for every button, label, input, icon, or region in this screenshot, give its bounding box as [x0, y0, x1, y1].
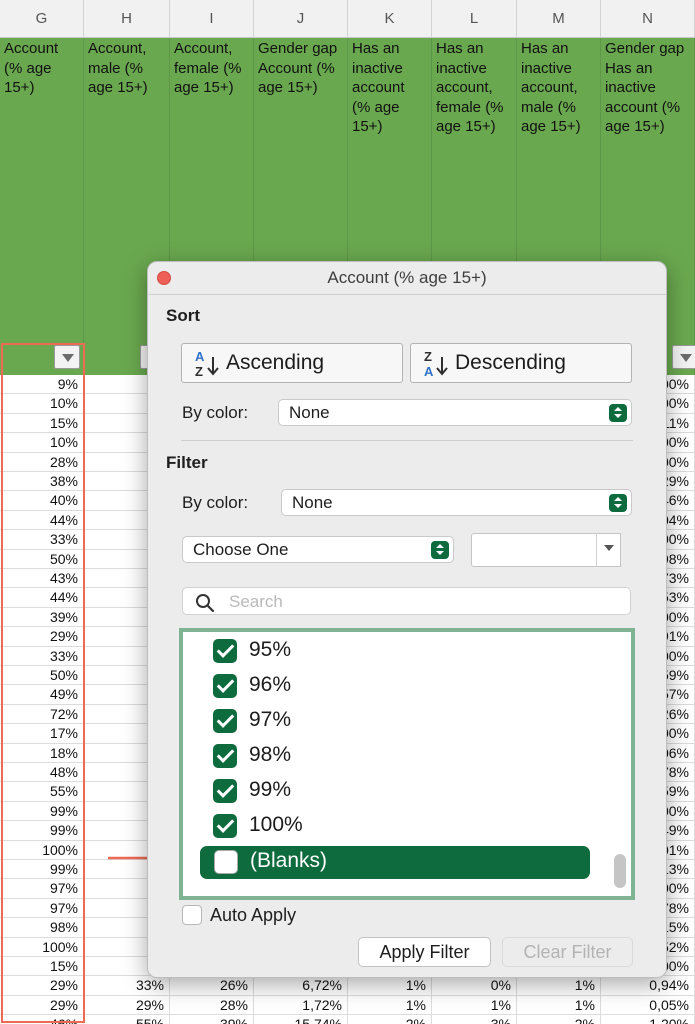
chevron-down-icon[interactable] — [596, 533, 621, 567]
cell-j[interactable]: 15,74% — [254, 1015, 348, 1024]
filter-item-label: 97% — [249, 708, 292, 731]
checkbox-icon[interactable] — [213, 744, 237, 768]
sort-by-color-select[interactable]: None — [278, 399, 632, 426]
sort-by-color-value: None — [289, 403, 330, 422]
auto-apply-label: Auto Apply — [210, 905, 297, 925]
checkbox-icon[interactable] — [213, 674, 237, 698]
cell-j[interactable]: 1,72% — [254, 995, 348, 1016]
cell-k[interactable]: 2% — [348, 1015, 432, 1024]
close-button[interactable] — [157, 271, 171, 285]
column-header-n[interactable]: N — [601, 0, 695, 38]
cell-m[interactable]: 1% — [517, 995, 601, 1016]
column-header-g[interactable]: G — [0, 0, 84, 38]
svg-text:A: A — [424, 364, 434, 378]
cell-l[interactable]: 3% — [432, 1015, 517, 1024]
column-g-highlight — [1, 343, 85, 1023]
svg-text:A: A — [195, 349, 205, 364]
apply-filter-button[interactable]: Apply Filter — [358, 937, 491, 967]
header-cell-g[interactable]: Account (% age 15+) — [0, 38, 84, 375]
checkbox-icon[interactable] — [213, 814, 237, 838]
cell-n[interactable]: 0,05% — [601, 995, 695, 1016]
checkbox-icon[interactable] — [214, 850, 238, 874]
popup-title: Account (% age 15+) — [327, 268, 487, 287]
cell-l[interactable]: 0% — [432, 976, 517, 996]
filter-item-label: 99% — [249, 778, 292, 801]
sort-descending-button[interactable]: Z A Descending — [410, 343, 632, 383]
filter-list-item[interactable]: 98% — [203, 740, 593, 773]
cell-n[interactable]: 0,94% — [601, 976, 695, 996]
clear-filter-button[interactable]: Clear Filter — [502, 937, 633, 967]
sort-descending-icon: Z A — [424, 349, 448, 378]
filter-item-label: (Blanks) — [250, 849, 328, 872]
cell-h[interactable]: 29% — [84, 995, 170, 1016]
checkbox-icon[interactable] — [213, 779, 237, 803]
filter-list-item[interactable]: 95% — [203, 635, 593, 668]
search-input[interactable]: Search — [182, 587, 631, 615]
select-stepper-icon — [609, 404, 627, 422]
filter-by-color-label: By color: — [182, 493, 249, 512]
filter-list-item[interactable]: 96% — [203, 670, 593, 703]
filter-list-item[interactable]: (Blanks) — [200, 846, 590, 879]
filter-list-item[interactable]: 97% — [203, 705, 593, 738]
condition-value: Choose One — [193, 540, 289, 559]
descending-label: Descending — [455, 351, 566, 374]
checkbox-icon[interactable] — [213, 709, 237, 733]
select-stepper-icon — [609, 494, 627, 512]
table-row: 29% 29% 28% 1,72% 1% 1% 1% 0,05% — [0, 995, 695, 1016]
section-divider — [181, 440, 633, 441]
filter-item-label: 98% — [249, 743, 292, 766]
column-header-k[interactable]: K — [348, 0, 432, 38]
filter-item-label: 100% — [249, 813, 303, 836]
svg-text:Z: Z — [424, 349, 432, 364]
cell-k[interactable]: 1% — [348, 995, 432, 1016]
column-header-h[interactable]: H — [84, 0, 170, 38]
sort-by-color-label: By color: — [182, 403, 249, 422]
svg-text:Z: Z — [195, 364, 203, 378]
filter-list-item[interactable]: 100% — [203, 810, 593, 843]
sort-ascending-icon: A Z — [195, 349, 219, 378]
filter-by-color-select[interactable]: None — [281, 489, 632, 516]
scrollbar[interactable] — [614, 854, 626, 888]
filter-popup: Account (% age 15+) Sort A Z Ascending Z… — [147, 261, 667, 978]
column-header-m[interactable]: M — [517, 0, 601, 38]
cell-i[interactable]: 26% — [170, 976, 254, 996]
ascending-label: Ascending — [226, 351, 325, 374]
cell-i[interactable]: 39% — [170, 1015, 254, 1024]
filter-values-list: 95% 96% 97% 98% 99% 100% (Blanks) — [179, 628, 635, 900]
column-header-l[interactable]: L — [432, 0, 517, 38]
cell-k[interactable]: 1% — [348, 976, 432, 996]
search-icon — [196, 594, 215, 613]
filter-item-label: 95% — [249, 638, 292, 661]
filter-dropdown-button[interactable] — [672, 345, 695, 369]
select-stepper-icon — [431, 541, 449, 559]
filter-list-item[interactable]: 99% — [203, 775, 593, 808]
auto-apply-checkbox[interactable] — [182, 905, 202, 925]
cell-i[interactable]: 28% — [170, 995, 254, 1016]
condition-select[interactable]: Choose One — [182, 536, 454, 563]
cell-j[interactable]: 6,72% — [254, 976, 348, 996]
column-header-i[interactable]: I — [170, 0, 254, 38]
filter-item-label: 96% — [249, 673, 292, 696]
cell-n[interactable]: -1,20% — [601, 1015, 695, 1024]
search-placeholder: Search — [229, 592, 283, 611]
title-divider — [148, 294, 666, 295]
table-row: 46%55%39%15,74%2%3%2%-1,20% — [0, 1015, 695, 1024]
cell-m[interactable]: 2% — [517, 1015, 601, 1024]
checkbox-icon[interactable] — [213, 639, 237, 663]
cell-h[interactable]: 55% — [84, 1015, 170, 1024]
cell-h[interactable]: 33% — [84, 976, 170, 996]
sort-section-title: Sort — [166, 306, 200, 325]
column-header-j[interactable]: J — [254, 0, 348, 38]
filter-section-title: Filter — [166, 453, 208, 472]
cell-l[interactable]: 1% — [432, 995, 517, 1016]
sort-ascending-button[interactable]: A Z Ascending — [181, 343, 403, 383]
cell-m[interactable]: 1% — [517, 976, 601, 996]
table-row: 29% 33% 26% 6,72% 1% 0% 1% 0,94% — [0, 976, 695, 996]
filter-by-color-value: None — [292, 493, 333, 512]
